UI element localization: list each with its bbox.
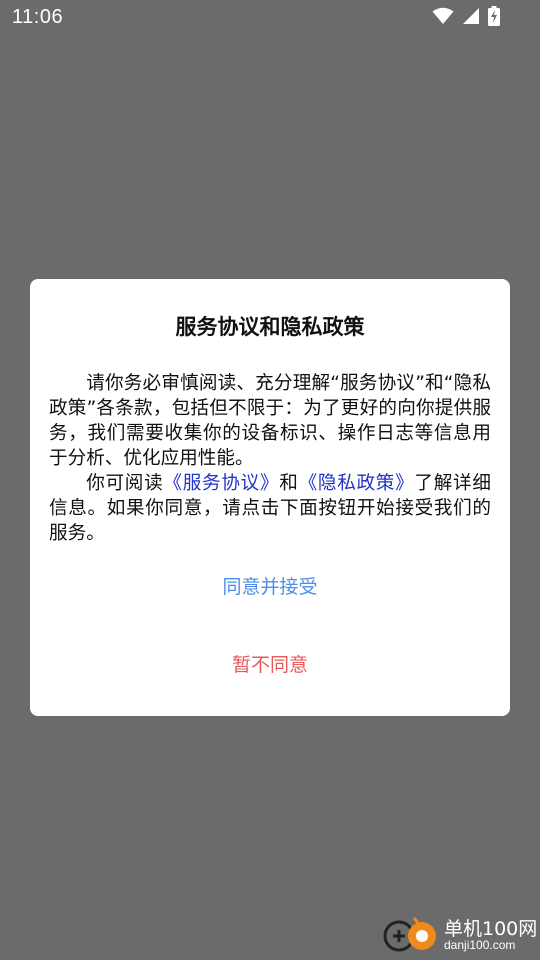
privacy-dialog: 服务协议和隐私政策 请你务必审慎阅读、充分理解“服务协议”和“隐私政策”各条款，… <box>30 279 510 716</box>
service-agreement-link[interactable]: 《服务协议》 <box>163 473 279 494</box>
dialog-paragraph-2: 你可阅读《服务协议》和《隐私政策》了解详细信息。如果你同意，请点击下面按钮开始接… <box>49 471 491 546</box>
wifi-icon <box>432 7 454 25</box>
battery-charging-icon <box>488 6 500 26</box>
signal-icon <box>462 7 480 25</box>
dialog-title: 服务协议和隐私政策 <box>175 315 365 339</box>
decline-button[interactable]: 暂不同意 <box>30 645 510 685</box>
watermark-name: 单机100网 <box>444 918 538 940</box>
dialog-paragraph-1: 请你务必审慎阅读、充分理解“服务协议”和“隐私政策”各条款，包括但不限于：为了更… <box>49 373 491 469</box>
privacy-policy-link[interactable]: 《隐私政策》 <box>299 473 415 494</box>
watermark-logo-icon <box>382 914 440 958</box>
dialog-body: 请你务必审慎阅读、充分理解“服务协议”和“隐私政策”各条款，包括但不限于：为了更… <box>49 371 491 546</box>
watermark-url: danji100.com <box>444 938 516 952</box>
watermark: 单机100网 danji100.com <box>382 912 538 958</box>
status-bar: 11:06 <box>0 0 540 36</box>
status-time: 11:06 <box>12 6 64 28</box>
paragraph-2-middle: 和 <box>279 473 299 494</box>
status-icons <box>432 6 500 26</box>
accept-button[interactable]: 同意并接受 <box>30 567 510 607</box>
paragraph-2-prefix: 你可阅读 <box>86 473 164 494</box>
